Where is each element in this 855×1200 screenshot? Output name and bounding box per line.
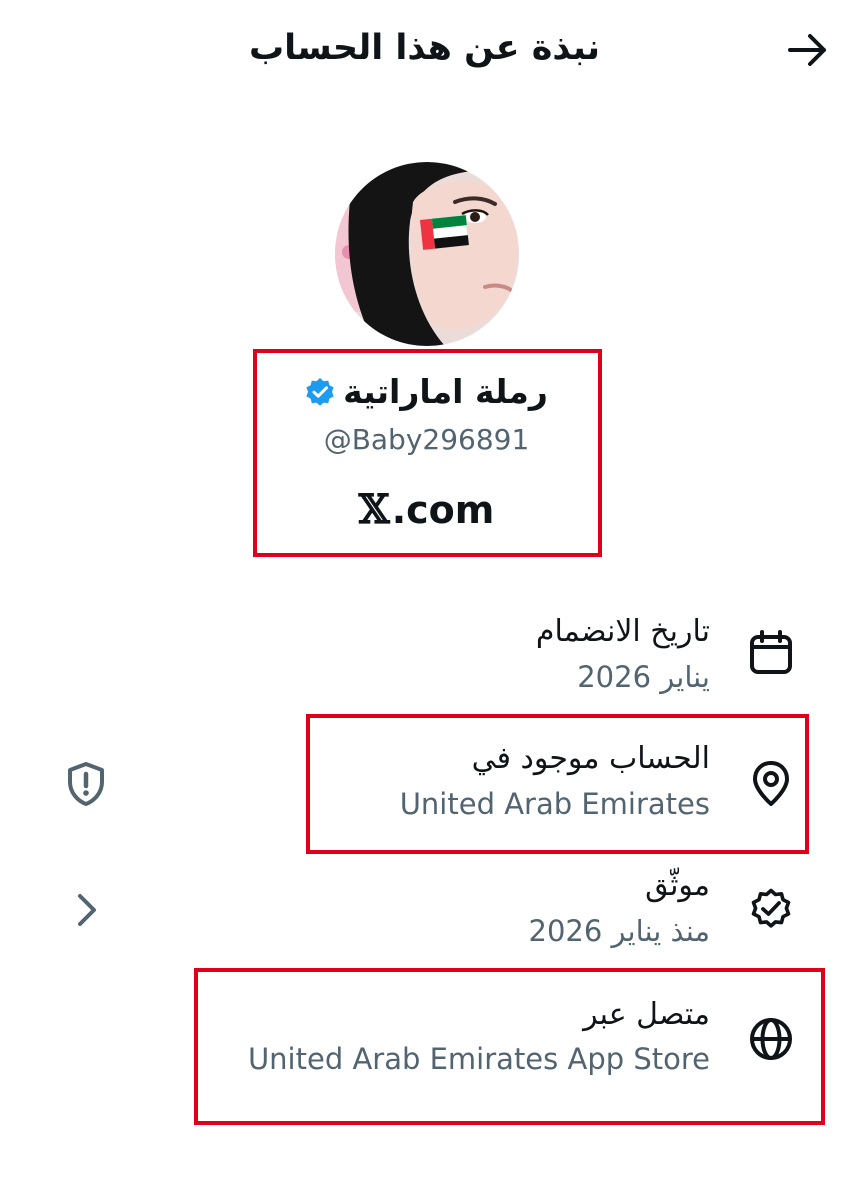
verified-badge-icon [306,377,334,406]
shield-alert-icon[interactable] [62,760,110,808]
profile-avatar[interactable] [335,162,519,346]
join-date-value: يناير 2026 [577,660,710,694]
location-pin-icon [753,761,789,806]
location-highlight-box [306,714,809,854]
arrow-right-icon [788,34,826,66]
connected-via-label: متصل عبر [583,997,710,1032]
verified-label: موثّق [645,868,710,903]
display-name: رملة اماراتية [343,372,548,411]
display-name-row: رملة اماراتية [253,372,600,411]
calendar-icon [750,630,792,674]
site-link[interactable]: 𝕏 .com [253,486,600,533]
account-location-value: United Arab Emirates [399,787,710,821]
globe-icon [750,1018,792,1060]
page-title: نبذة عن هذا الحساب [248,28,600,68]
verified-check-icon [751,888,791,928]
x-logo: 𝕏 [358,486,390,533]
verified-since-value: منذ يناير 2026 [528,914,711,948]
connected-via-value: United Arab Emirates App Store [247,1042,710,1076]
account-location-label: الحساب موجود في [471,741,710,776]
back-button[interactable] [780,28,836,72]
chevron-right-icon[interactable] [62,886,110,934]
avatar-image [335,162,519,346]
join-date-label: تاريخ الانضمام [535,614,710,649]
profile-handle: @Baby296891 [323,423,530,456]
site-domain: .com [391,488,495,532]
